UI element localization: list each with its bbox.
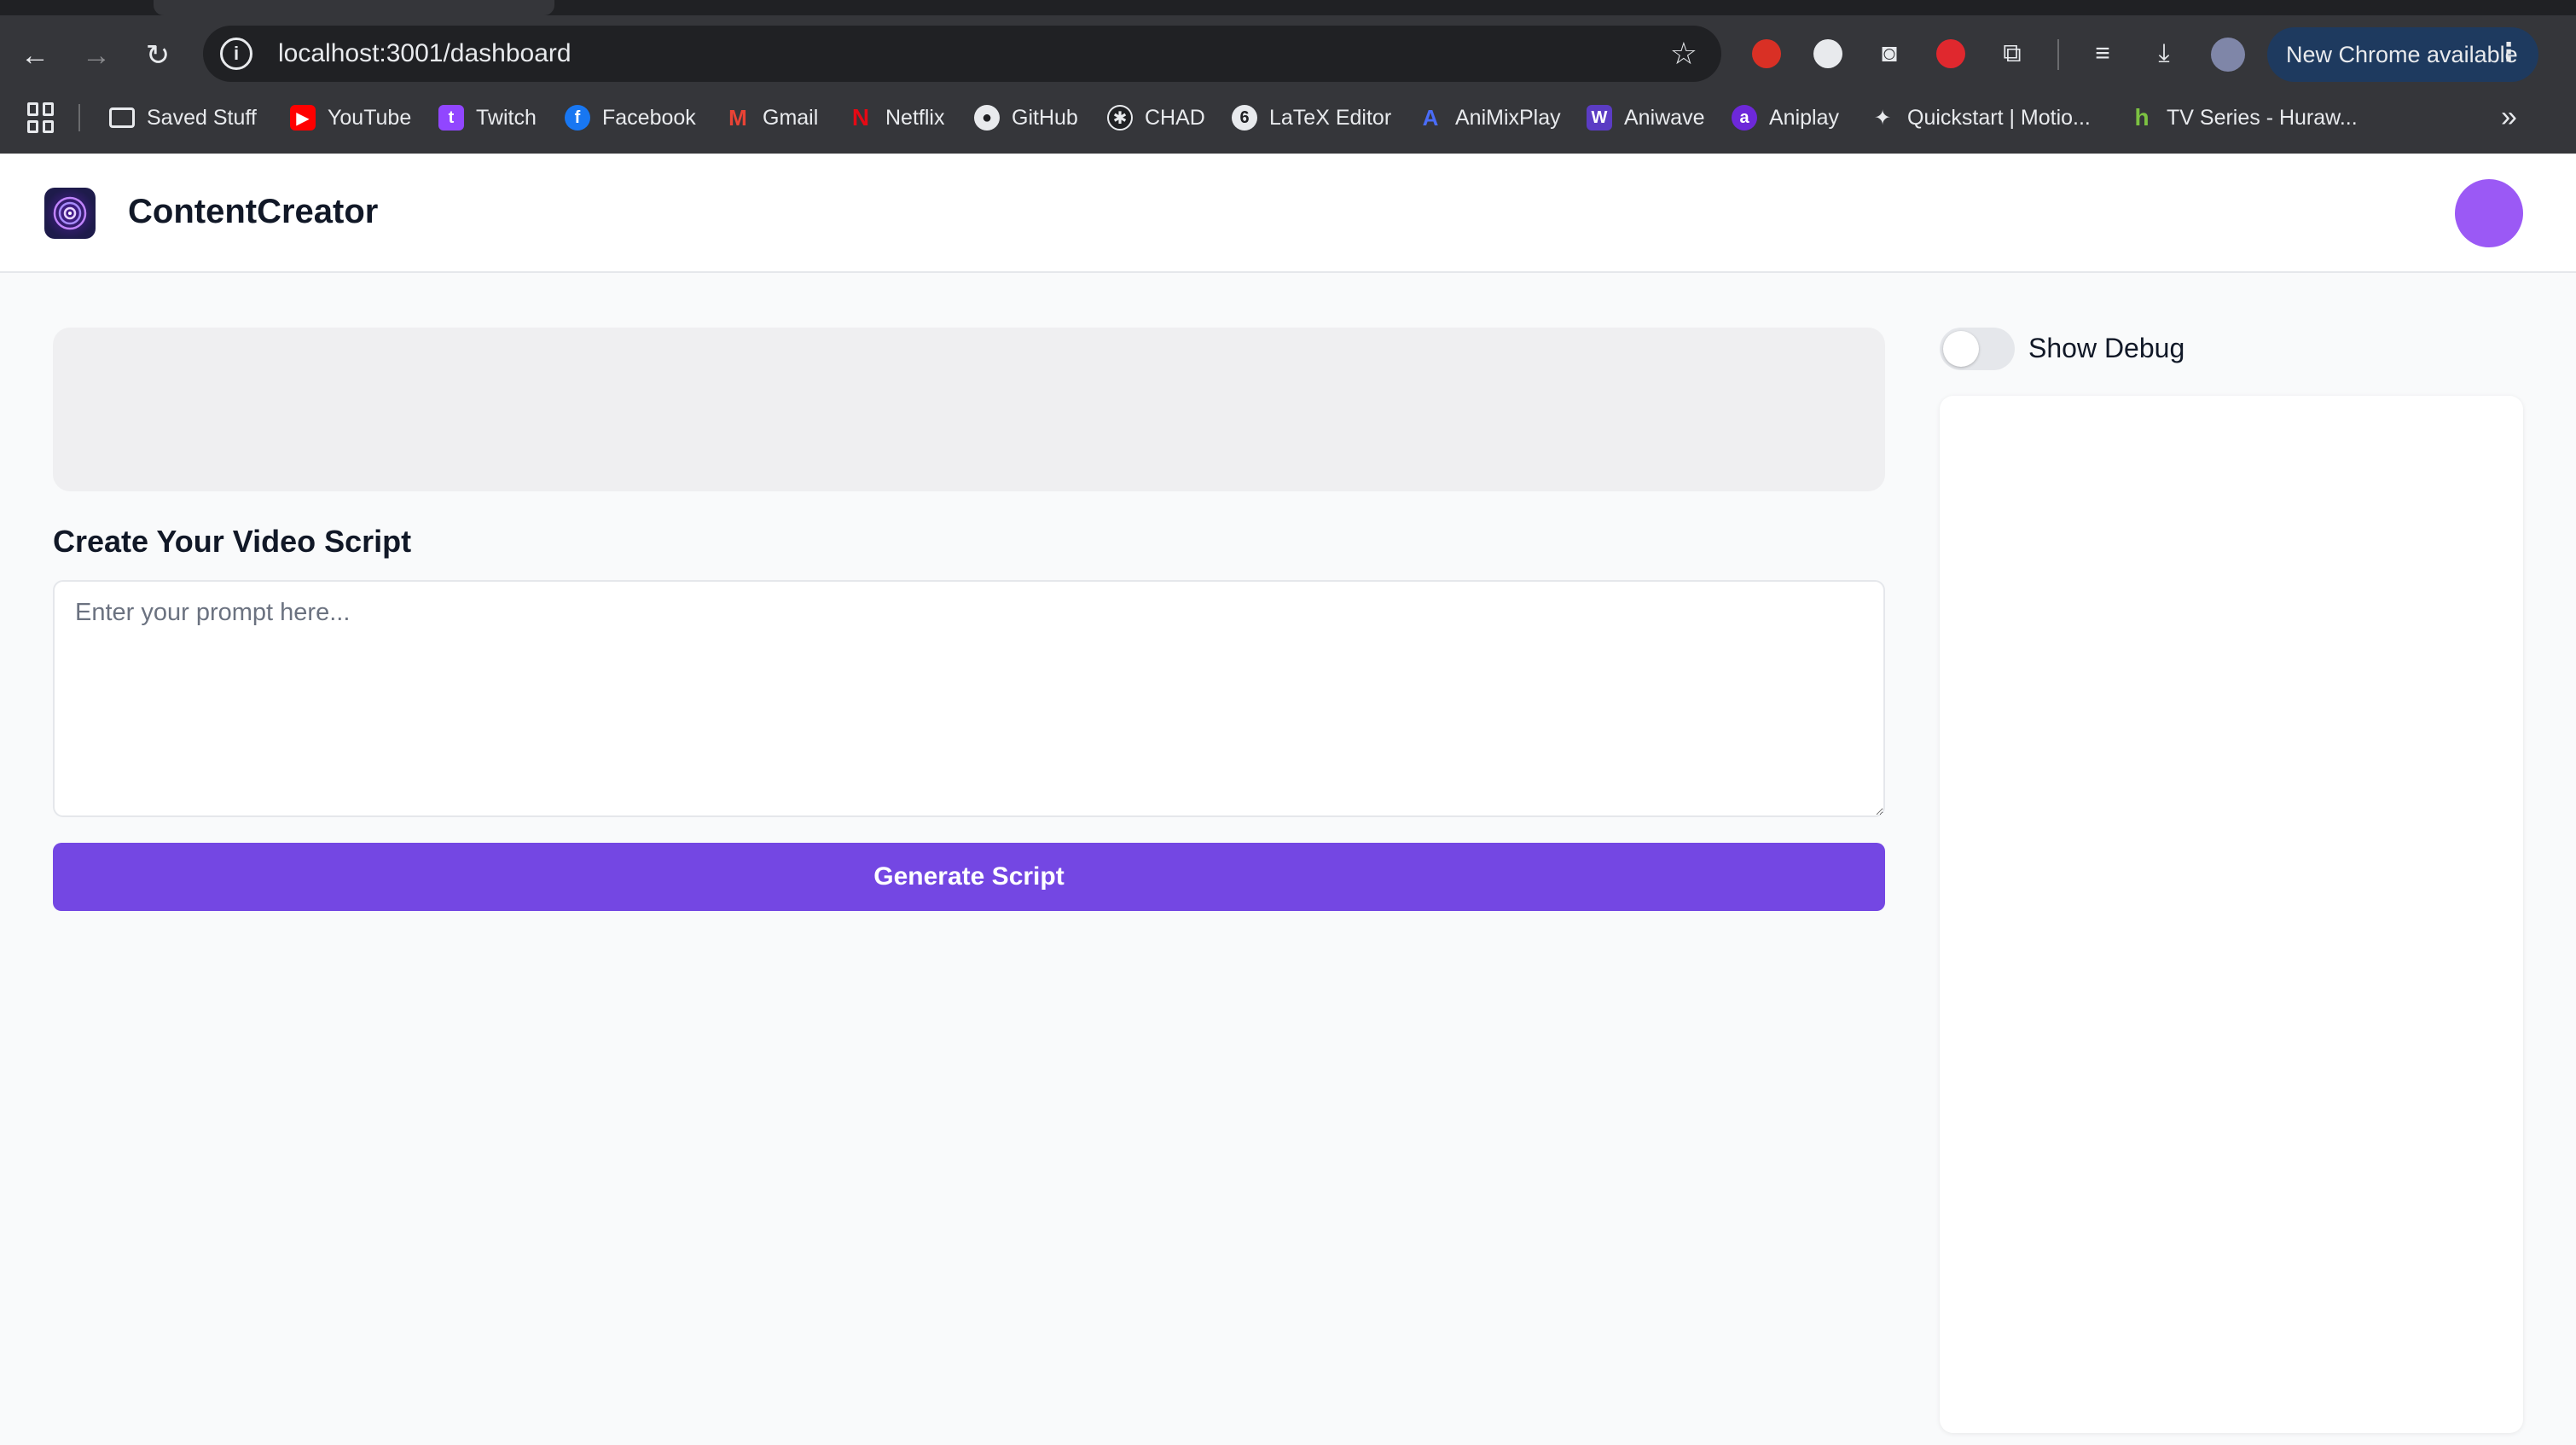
prompt-input[interactable] xyxy=(53,580,1885,817)
bookmark-star-icon[interactable]: ☆ xyxy=(1670,36,1697,72)
bookmark-label: Twitch xyxy=(476,105,537,130)
toggle-knob xyxy=(1943,331,1979,367)
bookmark-label: AniMixPlay xyxy=(1455,105,1561,130)
bookmarks-bar: Saved Stuff ▶ YouTube t Twitch f Faceboo… xyxy=(0,96,2576,140)
site-info-icon[interactable]: i xyxy=(220,38,252,70)
bookmark-netflix[interactable]: N Netflix xyxy=(848,96,945,140)
motion-icon: ✦ xyxy=(1873,106,1892,130)
reload-icon[interactable]: ↻ xyxy=(136,34,179,77)
bookmark-label: GitHub xyxy=(1012,105,1078,130)
bookmark-label: YouTube xyxy=(328,105,412,130)
bookmark-label: Aniplay xyxy=(1769,105,1839,130)
aniwave-icon: W xyxy=(1587,105,1612,131)
animixplay-icon: A xyxy=(1422,104,1439,131)
bookmark-label: Saved Stuff xyxy=(147,105,257,130)
bookmark-chad[interactable]: ✱ CHAD xyxy=(1107,96,1205,140)
bookmark-animixplay[interactable]: A AniMixPlay xyxy=(1418,96,1561,140)
active-tab[interactable] xyxy=(154,0,554,15)
adblock-extension-icon[interactable] xyxy=(1747,34,1786,73)
media-controls-icon[interactable]: ≡ xyxy=(2083,34,2122,73)
app-logo-icon[interactable] xyxy=(44,188,96,239)
bookmark-label: CHAD xyxy=(1145,105,1205,130)
bookmark-label: Netflix xyxy=(885,105,945,130)
openai-icon: ✱ xyxy=(1107,105,1133,131)
bookmark-label: LaTeX Editor xyxy=(1269,105,1392,130)
address-url[interactable]: localhost:3001/dashboard xyxy=(278,39,1670,68)
generate-script-button[interactable]: Generate Script xyxy=(53,843,1885,911)
bookmarks-overflow-icon[interactable]: » xyxy=(2501,101,2517,134)
dashboard-main: Create Your Video Script Generate Script… xyxy=(0,275,2576,1445)
content-placeholder xyxy=(53,328,1885,491)
gmail-icon: M xyxy=(728,104,747,131)
bookmark-aniplay[interactable]: a Aniplay xyxy=(1732,96,1839,140)
chrome-update-button[interactable]: New Chrome available ⋮ xyxy=(2267,27,2538,82)
bookmark-label: Quickstart | Motio... xyxy=(1907,105,2091,130)
apps-grid-icon[interactable] xyxy=(27,102,58,133)
github-icon: ● xyxy=(974,105,1000,131)
camera-extension-icon[interactable]: ◙ xyxy=(1870,34,1909,73)
bookmark-twitch[interactable]: t Twitch xyxy=(438,96,537,140)
bookmark-tv-series[interactable]: h TV Series - Huraw... xyxy=(2129,96,2358,140)
bookmarks-divider xyxy=(78,104,80,131)
app-title[interactable]: ContentCreator xyxy=(128,193,378,231)
debug-toggle-label: Show Debug xyxy=(2028,333,2185,363)
bookmark-label: Aniwave xyxy=(1624,105,1705,130)
folder-icon xyxy=(109,107,135,128)
bookmark-label: Facebook xyxy=(602,105,696,130)
aniplay-icon: a xyxy=(1732,105,1757,131)
record-extension-icon[interactable] xyxy=(1931,34,1970,73)
profile-avatar-icon[interactable] xyxy=(2211,38,2245,72)
back-icon[interactable]: ← xyxy=(14,34,56,77)
facebook-icon: f xyxy=(565,105,590,131)
tab-strip xyxy=(0,0,2576,15)
debug-panel xyxy=(1940,396,2523,1433)
bookmark-aniwave[interactable]: W Aniwave xyxy=(1587,96,1705,140)
more-menu-icon[interactable]: ⋮ xyxy=(2496,38,2521,67)
bookmark-facebook[interactable]: f Facebook xyxy=(565,96,696,140)
bookmark-quickstart-motion[interactable]: ✦ Quickstart | Motio... xyxy=(1870,96,2091,140)
youtube-icon: ▶ xyxy=(290,105,316,131)
address-bar[interactable]: i localhost:3001/dashboard ☆ xyxy=(203,26,1721,82)
bookmark-latex-editor[interactable]: 6 LaTeX Editor xyxy=(1232,96,1391,140)
bookmark-label: Gmail xyxy=(763,105,819,130)
user-avatar[interactable] xyxy=(2455,179,2523,247)
bookmark-saved-stuff[interactable]: Saved Stuff xyxy=(109,96,257,140)
forward-icon[interactable]: → xyxy=(75,34,118,77)
extensions-puzzle-icon[interactable]: ⧉ xyxy=(1993,34,2032,73)
debug-toggle[interactable] xyxy=(1940,328,2015,370)
toolbar-divider xyxy=(2057,39,2059,70)
section-title: Create Your Video Script xyxy=(53,524,412,559)
chrome-update-label: New Chrome available xyxy=(2286,41,2518,67)
bookmark-label: TV Series - Huraw... xyxy=(2167,105,2358,130)
app-header: ContentCreator xyxy=(0,154,2576,273)
bookmark-youtube[interactable]: ▶ YouTube xyxy=(290,96,411,140)
netflix-icon: N xyxy=(851,104,870,131)
bookmark-github[interactable]: ● GitHub xyxy=(974,96,1078,140)
browser-chrome: ← → ↻ i localhost:3001/dashboard ☆ ◙ ⧉ ≡… xyxy=(0,0,2576,154)
twitch-icon: t xyxy=(438,105,464,131)
password-extension-icon[interactable] xyxy=(1808,34,1848,73)
overleaf-icon: 6 xyxy=(1232,105,1257,131)
downloads-icon[interactable]: ⤓ xyxy=(2144,34,2184,73)
huraw-icon: h xyxy=(2134,104,2150,131)
bookmark-gmail[interactable]: M Gmail xyxy=(725,96,818,140)
